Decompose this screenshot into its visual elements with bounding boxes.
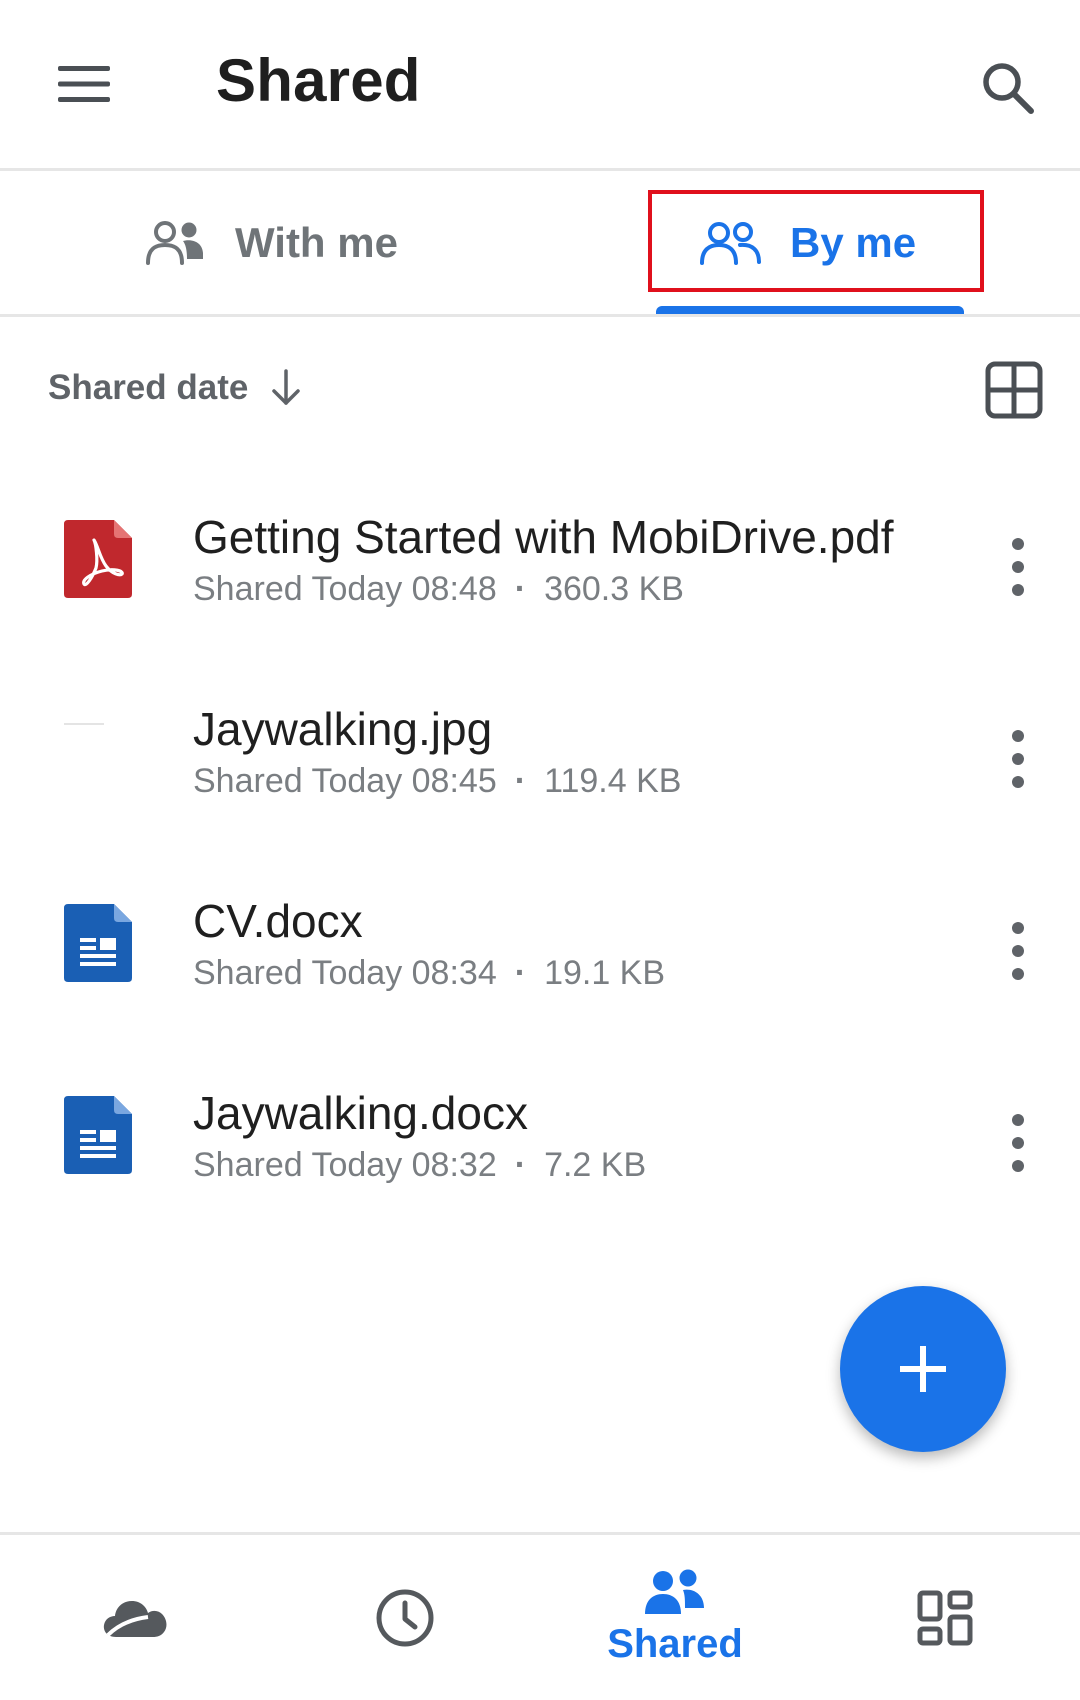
file-row[interactable]: Jaywalking.jpg Shared Today 08:45 · 119.4 … xyxy=(0,662,1080,854)
file-size: 19.1 KB xyxy=(544,954,666,992)
more-options-button[interactable] xyxy=(990,1098,1046,1188)
sort-button[interactable]: Shared date xyxy=(48,368,302,408)
nav-cloud[interactable] xyxy=(0,1535,270,1700)
clock-icon xyxy=(376,1589,434,1646)
grid-view-icon[interactable] xyxy=(984,360,1044,420)
tab-with-me-label: With me xyxy=(235,219,398,266)
file-name: Getting Started with MobiDrive.pdf xyxy=(193,511,894,563)
file-meta: Shared Today 08:48 · 360.3 KB xyxy=(193,570,684,609)
cloud-icon xyxy=(103,1600,167,1637)
file-size: 7.2 KB xyxy=(544,1146,647,1184)
nav-apps[interactable] xyxy=(810,1535,1080,1700)
more-options-button[interactable] xyxy=(990,522,1046,612)
shared-date: Shared Today 08:34 xyxy=(193,954,497,992)
nav-recent[interactable] xyxy=(270,1535,540,1700)
shared-date: Shared Today 08:48 xyxy=(193,570,497,608)
pdf-file-icon xyxy=(64,520,132,598)
meta-separator: · xyxy=(514,1146,527,1184)
menu-button[interactable] xyxy=(48,52,120,116)
file-row[interactable]: Jaywalking.docx Shared Today 08:32 · 7.2 K… xyxy=(0,1046,1080,1238)
hamburger-menu-icon xyxy=(58,66,110,102)
more-options-button[interactable] xyxy=(990,906,1046,996)
more-vert-icon xyxy=(1012,922,1024,934)
tabs-divider xyxy=(0,314,1080,317)
arrow-down-icon xyxy=(270,369,302,407)
more-vert-icon xyxy=(1012,730,1024,742)
apps-grid-icon xyxy=(917,1590,973,1645)
app-screen: Shared With me By me Shared date Getting… xyxy=(0,0,1080,1700)
selection-highlight-box xyxy=(648,190,984,292)
file-name: CV.docx xyxy=(193,895,363,947)
top-app-bar: Shared xyxy=(0,0,1080,168)
file-size: 119.4 KB xyxy=(544,762,682,800)
more-vert-icon xyxy=(1012,538,1024,550)
document-file-icon xyxy=(64,904,132,982)
page-title: Shared xyxy=(216,47,421,114)
bottom-navigation: Shared xyxy=(0,1535,1080,1700)
meta-separator: · xyxy=(514,954,527,992)
add-fab-button[interactable] xyxy=(840,1286,1006,1452)
shared-date: Shared Today 08:45 xyxy=(193,762,497,800)
shared-date: Shared Today 08:32 xyxy=(193,1146,497,1184)
sort-bar: Shared date xyxy=(0,352,1080,432)
sort-label: Shared date xyxy=(48,368,249,407)
search-icon xyxy=(983,63,1034,114)
file-row[interactable]: Getting Started with MobiDrive.pdf Share… xyxy=(0,470,1080,662)
search-button[interactable] xyxy=(970,50,1046,126)
file-name: Jaywalking.docx xyxy=(193,1087,528,1139)
more-vert-icon xyxy=(1012,1114,1024,1126)
meta-separator: · xyxy=(514,762,527,800)
meta-separator: · xyxy=(514,570,527,608)
more-options-button[interactable] xyxy=(990,714,1046,804)
plus-icon xyxy=(900,1346,946,1392)
file-meta: Shared Today 08:45 · 119.4 KB xyxy=(193,762,681,801)
document-file-icon xyxy=(64,1096,132,1174)
image-thumbnail-icon xyxy=(64,712,132,790)
nav-shared-label: Shared xyxy=(607,1622,743,1666)
file-row[interactable]: CV.docx Shared Today 08:34 · 19.1 KB xyxy=(0,854,1080,1046)
people-icon xyxy=(146,221,203,265)
file-meta: Shared Today 08:34 · 19.1 KB xyxy=(193,954,665,993)
shared-people-icon xyxy=(645,1569,704,1614)
file-name: Jaywalking.jpg xyxy=(193,703,493,755)
tab-with-me[interactable]: With me xyxy=(145,171,398,315)
file-size: 360.3 KB xyxy=(544,570,684,608)
file-meta: Shared Today 08:32 · 7.2 KB xyxy=(193,1146,646,1185)
nav-shared[interactable]: Shared xyxy=(540,1535,810,1700)
